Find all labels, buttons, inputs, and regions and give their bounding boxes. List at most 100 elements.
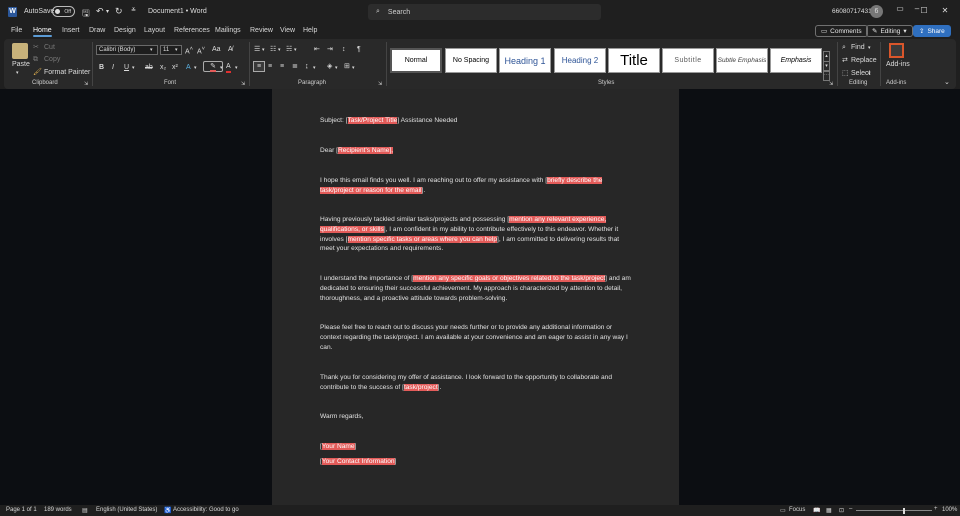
numbering-dropdown-icon[interactable]: ▾ xyxy=(278,46,281,55)
styles-launcher-icon[interactable]: ⇲ xyxy=(829,80,833,89)
borders-icon[interactable]: ⊞ xyxy=(344,62,350,71)
text-effects-dropdown-icon[interactable]: ▾ xyxy=(194,64,197,73)
line-spacing-icon[interactable]: ↨ xyxy=(305,62,309,71)
multilevel-dropdown-icon[interactable]: ▾ xyxy=(294,46,297,55)
strikethrough-icon[interactable]: ab xyxy=(145,63,153,72)
zoom-in-icon[interactable]: + xyxy=(934,506,938,512)
highlight-dropdown-icon[interactable]: ▾ xyxy=(220,64,223,73)
multilevel-list-icon[interactable]: ☵ xyxy=(286,45,292,54)
read-mode-icon[interactable]: 📖 xyxy=(813,507,820,514)
find-icon[interactable]: ⌕ xyxy=(842,43,846,52)
line-spacing-dropdown-icon[interactable]: ▾ xyxy=(313,64,316,73)
grow-font-icon[interactable]: A˄ xyxy=(185,45,193,56)
language-indicator[interactable]: English (United States) xyxy=(96,507,157,513)
ribbon-display-icon[interactable]: ▭ xyxy=(893,4,907,13)
borders-dropdown-icon[interactable]: ▾ xyxy=(352,64,355,73)
format-painter-icon[interactable]: 🖌 xyxy=(33,68,42,77)
paste-dropdown-icon[interactable]: ▾ xyxy=(16,69,19,78)
replace-icon[interactable]: ⇄ xyxy=(842,56,848,65)
collapse-ribbon-icon[interactable]: ⌄ xyxy=(944,78,950,87)
zoom-level[interactable]: 100% xyxy=(942,507,957,513)
justify-icon[interactable]: ≣ xyxy=(292,62,298,71)
style-heading-2[interactable]: Heading 2 xyxy=(554,48,606,73)
font-launcher-icon[interactable]: ⇲ xyxy=(241,80,245,89)
copy-icon[interactable]: ⧉ xyxy=(33,55,38,64)
font-size-box[interactable]: 11 xyxy=(160,45,182,55)
tab-references[interactable]: References xyxy=(174,27,210,34)
tab-file[interactable]: File xyxy=(11,27,22,34)
customize-toolbar-icon[interactable]: ≚ xyxy=(131,7,136,14)
increase-indent-icon[interactable]: ⇥ xyxy=(327,45,333,54)
style-title[interactable]: Title xyxy=(608,48,660,73)
cut-label[interactable]: Cut xyxy=(44,43,55,52)
document-page[interactable]: Subject: [Task/Project Title] Assistance… xyxy=(272,89,679,505)
change-case-icon[interactable]: Aa xyxy=(212,45,221,54)
show-marks-icon[interactable]: ¶ xyxy=(357,45,361,54)
font-name-dropdown-icon[interactable]: ▾ xyxy=(150,46,153,55)
align-center-icon[interactable]: ≡ xyxy=(268,62,272,71)
shrink-font-icon[interactable]: A˅ xyxy=(197,45,205,56)
cut-icon[interactable]: ✂ xyxy=(33,43,39,52)
find-label[interactable]: Find xyxy=(851,43,865,52)
style-heading-1[interactable]: Heading 1 xyxy=(499,48,551,73)
account-name[interactable]: 66080717431 xyxy=(832,8,872,15)
find-dropdown-icon[interactable]: ▾ xyxy=(868,44,871,53)
zoom-slider[interactable] xyxy=(856,510,932,511)
web-layout-icon[interactable]: ⊡ xyxy=(839,507,844,514)
focus-label[interactable]: Focus xyxy=(789,507,805,513)
page-count[interactable]: Page 1 of 1 xyxy=(6,507,37,513)
text-effects-icon[interactable]: A xyxy=(186,63,191,72)
select-icon[interactable]: ⬚ xyxy=(842,69,849,78)
autosave-toggle[interactable]: Off xyxy=(52,6,75,17)
clear-formatting-icon[interactable]: A̸ xyxy=(228,45,233,54)
tab-draw[interactable]: Draw xyxy=(89,27,105,34)
paste-label[interactable]: Paste xyxy=(12,60,30,69)
tab-review[interactable]: Review xyxy=(250,27,273,34)
bold-icon[interactable]: B xyxy=(99,63,104,72)
font-name-box[interactable]: Calibri (Body) xyxy=(96,45,158,55)
save-icon[interactable]: 🖫 xyxy=(82,6,90,22)
paragraph-launcher-icon[interactable]: ⇲ xyxy=(378,80,382,89)
bullets-dropdown-icon[interactable]: ▾ xyxy=(262,46,265,55)
zoom-slider-thumb[interactable] xyxy=(903,508,905,514)
decrease-indent-icon[interactable]: ⇤ xyxy=(314,45,320,54)
tab-help[interactable]: Help xyxy=(303,27,317,34)
maximize-icon[interactable]: ☐ xyxy=(917,6,931,15)
tab-insert[interactable]: Insert xyxy=(62,27,80,34)
undo-dropdown-icon[interactable]: ▾ xyxy=(106,8,109,15)
share-button[interactable]: ⇪ Share xyxy=(913,25,951,37)
tab-mailings[interactable]: Mailings xyxy=(215,27,241,34)
style-normal[interactable]: Normal xyxy=(390,48,442,73)
underline-icon[interactable]: U xyxy=(124,63,129,72)
shading-dropdown-icon[interactable]: ▾ xyxy=(335,64,338,73)
format-painter-label[interactable]: Format Painter xyxy=(44,68,90,77)
accessibility-status[interactable]: Accessibility: Good to go xyxy=(173,507,239,513)
style-subtle-emphasis[interactable]: Subtle Emphasis xyxy=(716,48,768,73)
accessibility-icon[interactable]: ♿ xyxy=(164,507,171,514)
style-subtitle[interactable]: Subtitle xyxy=(662,48,714,73)
add-ins-button-label[interactable]: Add-ins xyxy=(886,60,910,69)
avatar[interactable]: 6 xyxy=(870,5,883,18)
zoom-out-icon[interactable]: – xyxy=(849,506,852,512)
align-right-icon[interactable]: ≡ xyxy=(280,62,284,71)
subscript-icon[interactable]: x₂ xyxy=(160,63,166,72)
search-box[interactable]: ⌕ Search xyxy=(368,4,601,20)
underline-dropdown-icon[interactable]: ▾ xyxy=(132,64,135,73)
focus-icon[interactable]: ▭ xyxy=(780,507,786,514)
font-size-dropdown-icon[interactable]: ▾ xyxy=(175,46,178,55)
comments-button[interactable]: ▭ Comments xyxy=(815,25,868,37)
tab-home[interactable]: Home xyxy=(33,27,52,37)
redo-icon[interactable]: ↻ xyxy=(115,6,123,17)
proofing-icon[interactable]: ▤ xyxy=(82,507,88,514)
italic-icon[interactable]: I xyxy=(112,63,114,72)
font-color-dropdown-icon[interactable]: ▾ xyxy=(235,64,238,73)
align-left-icon[interactable]: ≡ xyxy=(253,61,265,72)
bullets-icon[interactable]: ☰ xyxy=(254,45,260,54)
tab-view[interactable]: View xyxy=(280,27,295,34)
undo-icon[interactable]: ↶ xyxy=(96,6,104,17)
sort-icon[interactable]: ↕ xyxy=(342,45,346,54)
paste-icon[interactable] xyxy=(12,43,28,59)
style-emphasis[interactable]: Emphasis xyxy=(770,48,822,73)
style-no-spacing[interactable]: No Spacing xyxy=(445,48,497,73)
tab-layout[interactable]: Layout xyxy=(144,27,165,34)
